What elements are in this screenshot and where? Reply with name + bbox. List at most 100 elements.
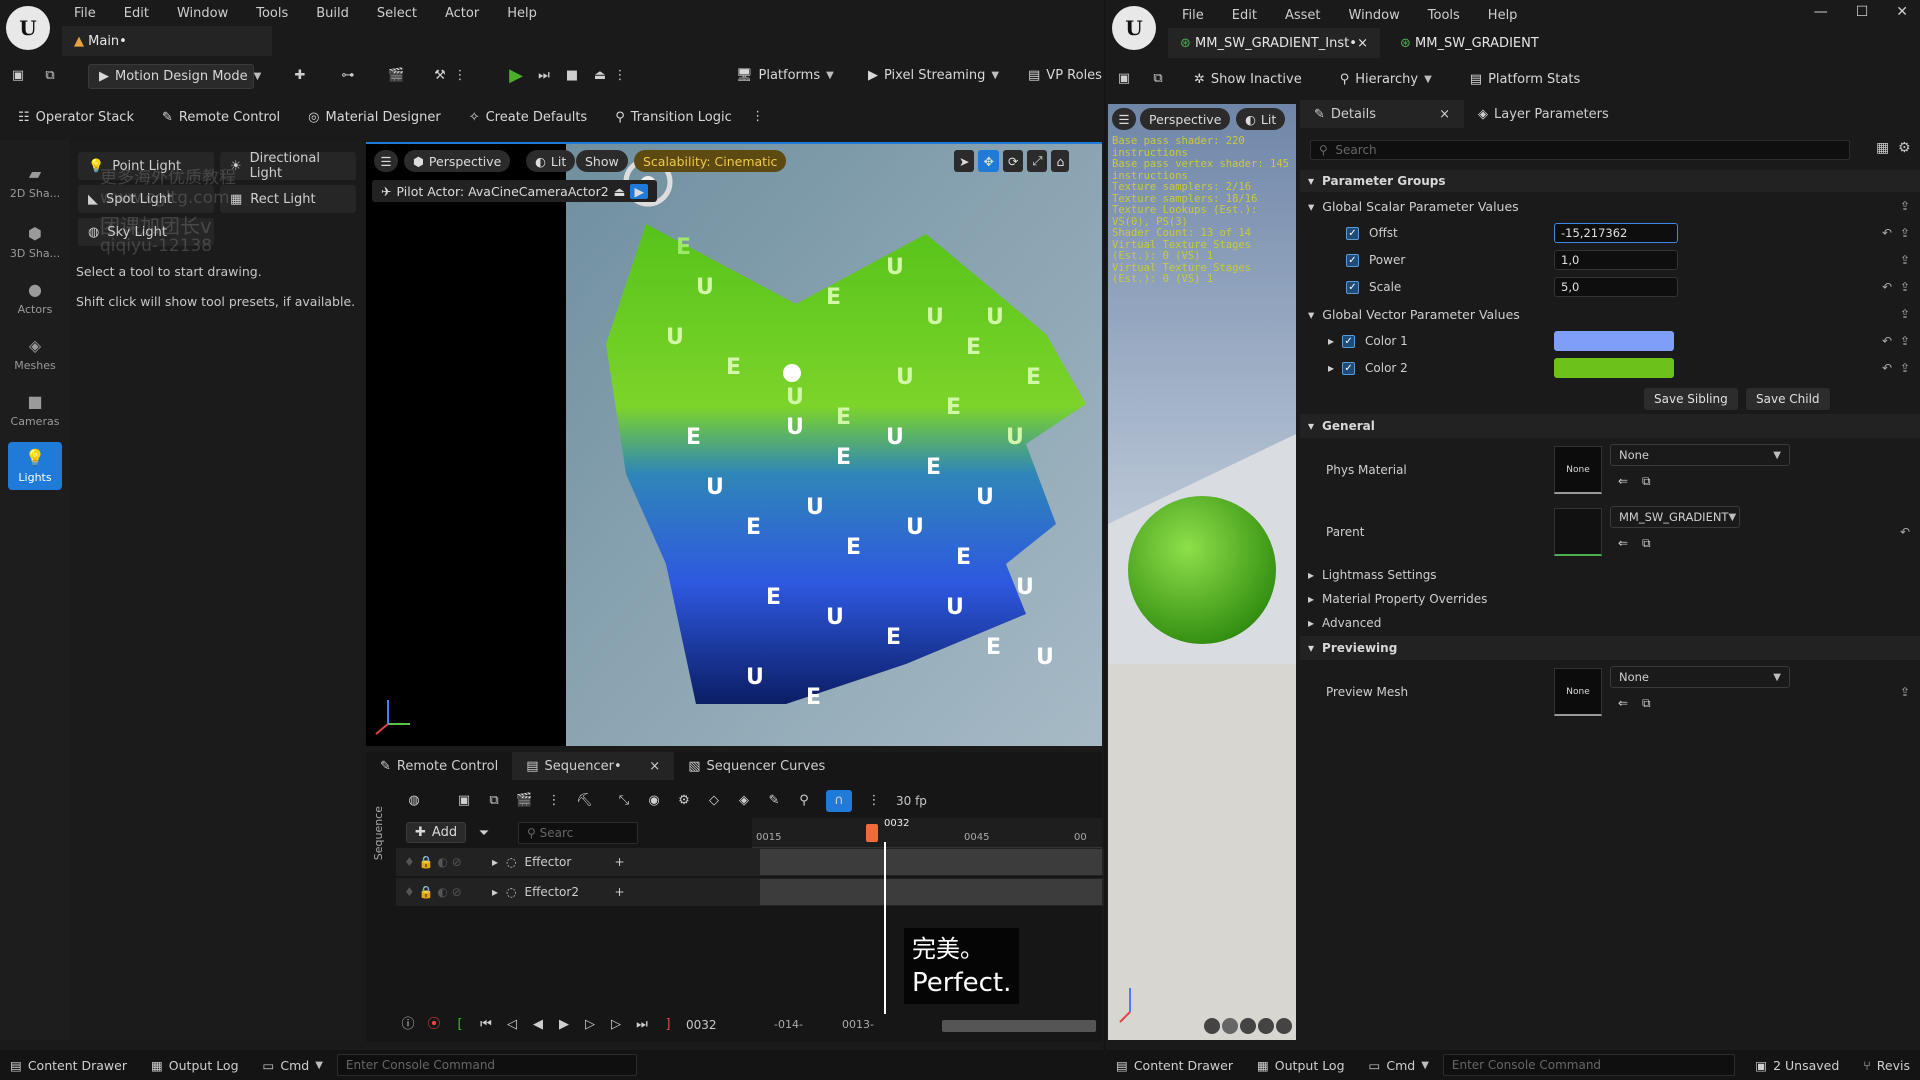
- step-forward-icon[interactable]: ▷: [582, 1017, 598, 1033]
- remote-control-button[interactable]: ✎ Remote Control: [152, 106, 290, 129]
- transition-logic-button[interactable]: ⚲ Transition Logic: [605, 106, 742, 129]
- stop-icon[interactable]: ■: [564, 68, 580, 84]
- current-frame[interactable]: 0032: [686, 1018, 717, 1032]
- track-bar[interactable]: [760, 849, 1102, 875]
- output-log-button[interactable]: ▦ Output Log: [141, 1058, 249, 1073]
- track-search-input[interactable]: ⚲ Searc: [518, 822, 638, 844]
- more-icon[interactable]: ⋮: [866, 793, 882, 809]
- viewport-options-button[interactable]: ☰: [374, 150, 398, 172]
- use-selected-icon[interactable]: ⇐: [1618, 536, 1628, 550]
- material-preview-viewport[interactable]: ☰ Perspective ◐ Lit Base pass shader: 220…: [1108, 104, 1296, 1040]
- add-track-button[interactable]: ✚ Add: [406, 822, 467, 843]
- render-icon[interactable]: 🎬: [516, 793, 532, 809]
- menu-window[interactable]: Window: [1335, 8, 1414, 23]
- play-options-icon[interactable]: ⋮: [612, 68, 628, 84]
- sidebar-item-meshes[interactable]: ◈ Meshes: [8, 330, 62, 378]
- range-start-field[interactable]: -014-: [774, 1018, 803, 1031]
- close-icon[interactable]: ×: [1439, 107, 1450, 122]
- offst-value-field[interactable]: -15,217362: [1554, 223, 1678, 243]
- save-child-button[interactable]: Save Child: [1746, 388, 1830, 410]
- table-view-icon[interactable]: ▦: [1876, 140, 1889, 156]
- tab-sequencer-curves[interactable]: ▧ Sequencer Curves: [674, 752, 839, 780]
- reset-to-default-icon[interactable]: ↶: [1882, 361, 1892, 375]
- cube-icon[interactable]: [1258, 1018, 1274, 1034]
- expose-icon[interactable]: ⇪: [1900, 685, 1910, 699]
- camera-icon[interactable]: ▶: [630, 183, 649, 199]
- color-1-swatch[interactable]: [1554, 331, 1674, 351]
- sidebar-item-2d-shapes[interactable]: ▰ 2D Sha...: [8, 158, 62, 206]
- section-global-scalar[interactable]: ▾ Global Scalar Parameter Values ⇪: [1300, 194, 1920, 218]
- next-key-icon[interactable]: ▷: [608, 1017, 624, 1033]
- record-icon[interactable]: ⦿: [426, 1017, 442, 1033]
- sphere-icon[interactable]: [1222, 1018, 1238, 1034]
- minimize-icon[interactable]: —: [1814, 4, 1828, 20]
- custom-mesh-icon[interactable]: [1276, 1018, 1292, 1034]
- reset-group-icon[interactable]: ⇪: [1900, 307, 1910, 321]
- browse-icon[interactable]: ⧉: [1150, 71, 1166, 87]
- expose-icon[interactable]: ⇪: [1900, 361, 1910, 375]
- show-button[interactable]: Show: [576, 150, 628, 172]
- preview-options-button[interactable]: ☰: [1112, 108, 1136, 130]
- world-icon[interactable]: ◍: [406, 793, 422, 809]
- override-checkbox[interactable]: ✓: [1346, 226, 1359, 240]
- menu-tools[interactable]: Tools: [242, 6, 302, 21]
- expose-icon[interactable]: ⇪: [1900, 226, 1910, 240]
- content-drawer-button[interactable]: ▤ Content Drawer: [1106, 1058, 1243, 1073]
- power-value-field[interactable]: 1,0: [1554, 250, 1678, 270]
- browse-asset-icon[interactable]: ⧉: [1642, 474, 1651, 489]
- override-checkbox[interactable]: ✓: [1346, 253, 1359, 267]
- vp-roles-button[interactable]: ▤ VP Roles: [1018, 64, 1104, 87]
- select-icon[interactable]: ➤: [954, 150, 975, 172]
- platform-stats-button[interactable]: ▤ Platform Stats: [1460, 68, 1590, 91]
- directional-light-button[interactable]: ☀ Directional Light: [220, 151, 356, 181]
- tab-sequencer[interactable]: ▤ Sequencer• ×: [512, 752, 675, 780]
- auto-key-icon[interactable]: ◈: [736, 793, 752, 809]
- save-icon[interactable]: ▣: [456, 793, 472, 809]
- scalability-button[interactable]: Scalability: Cinematic: [634, 150, 787, 172]
- track-bar[interactable]: [760, 879, 1102, 905]
- menu-file[interactable]: File: [60, 6, 110, 21]
- reset-group-icon[interactable]: ⇪: [1900, 199, 1910, 213]
- eject-icon[interactable]: ⏏: [614, 184, 626, 199]
- preview-mesh-combo[interactable]: None ▼: [1610, 666, 1790, 688]
- translate-icon[interactable]: ✥: [978, 150, 999, 172]
- level-tab[interactable]: ▲ Main•: [62, 26, 272, 56]
- expand-arrow-icon[interactable]: ▸: [1328, 361, 1334, 375]
- plane-icon[interactable]: [1240, 1018, 1256, 1034]
- eject-icon[interactable]: ⏏: [592, 68, 608, 84]
- expand-arrow-icon[interactable]: ▸: [1328, 334, 1334, 348]
- playhead-handle[interactable]: [866, 824, 878, 842]
- save-icon[interactable]: ▣: [1116, 71, 1132, 87]
- menu-edit[interactable]: Edit: [1218, 8, 1271, 23]
- point-light-sprite[interactable]: [783, 364, 801, 382]
- preview-lit-button[interactable]: ◐ Lit: [1236, 108, 1286, 130]
- transform-icon[interactable]: ⤡: [616, 793, 632, 809]
- close-icon[interactable]: ×: [649, 759, 660, 774]
- menu-help[interactable]: Help: [493, 6, 551, 21]
- level-viewport[interactable]: EU EU UE UE UE UE UE UU EU EU EU EU EU E…: [366, 142, 1102, 746]
- timeline-ruler[interactable]: 0015 0045 00 0032: [752, 818, 1102, 848]
- content-drawer-button[interactable]: ▤ Content Drawer: [0, 1058, 137, 1073]
- section-advanced[interactable]: ▸ Advanced: [1300, 612, 1920, 634]
- tab-material-instance[interactable]: ⊛ MM_SW_GRADIENT_Inst• ×: [1168, 28, 1380, 58]
- play-icon[interactable]: ▶: [508, 67, 524, 85]
- expose-icon[interactable]: ⇪: [1900, 253, 1910, 267]
- unreal-logo-icon[interactable]: U: [6, 6, 50, 50]
- play-icon[interactable]: ▶: [556, 1017, 572, 1033]
- range-end-field[interactable]: 0013-: [842, 1018, 874, 1031]
- sidebar-item-3d-shapes[interactable]: ⬢ 3D Sha...: [8, 218, 62, 266]
- reset-to-default-icon[interactable]: ↶: [1882, 280, 1892, 294]
- override-checkbox[interactable]: ✓: [1346, 280, 1359, 294]
- track-row[interactable]: ♦ 🔒 ◐ ⊘ ▸ ◌ Effector2 +: [396, 878, 1104, 906]
- save-sibling-button[interactable]: Save Sibling: [1644, 388, 1738, 410]
- section-material-property-overrides[interactable]: ▸ Material Property Overrides: [1300, 588, 1920, 610]
- section-general[interactable]: ▾ General: [1300, 414, 1920, 438]
- menu-tools[interactable]: Tools: [1414, 8, 1474, 23]
- unsaved-button[interactable]: ▣ 2 Unsaved: [1745, 1058, 1849, 1073]
- use-selected-icon[interactable]: ⇐: [1618, 474, 1628, 488]
- preview-perspective-button[interactable]: Perspective: [1140, 108, 1231, 130]
- view-icon[interactable]: ◉: [646, 793, 662, 809]
- section-lightmass-settings[interactable]: ▸ Lightmass Settings: [1300, 564, 1920, 586]
- range-end-icon[interactable]: ]: [660, 1017, 676, 1033]
- revision-control-button[interactable]: ⑂ Revis: [1853, 1058, 1920, 1073]
